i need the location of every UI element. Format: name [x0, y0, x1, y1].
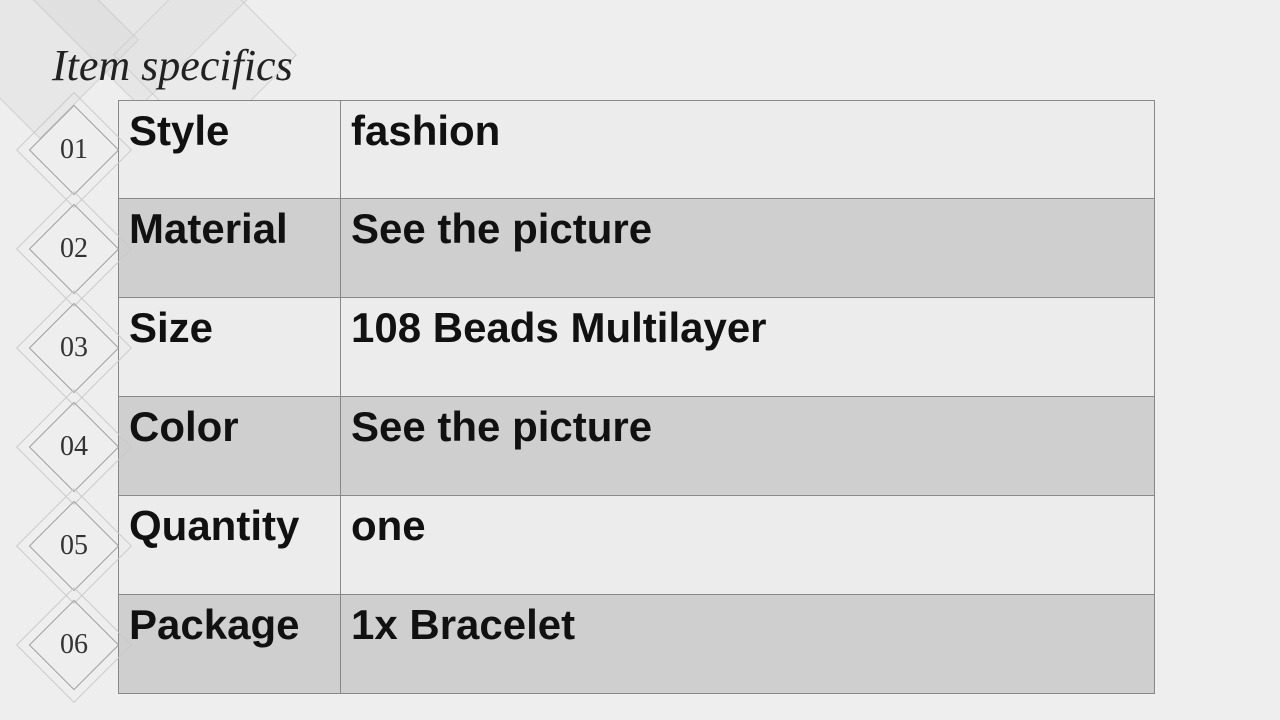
- table-row: 02 Material See the picture: [30, 199, 1155, 298]
- row-number-badge: 02: [30, 199, 118, 298]
- table-row: 03 Size 108 Beads Multilayer: [30, 298, 1155, 397]
- section-title: Item specifics: [52, 40, 293, 91]
- spec-label: Style: [118, 100, 340, 199]
- row-number-badge: 06: [30, 595, 118, 694]
- spec-label: Material: [118, 199, 340, 298]
- spec-label: Package: [118, 595, 340, 694]
- item-specifics-table: 01 Style fashion 02 Material See the pic…: [30, 100, 1155, 694]
- row-number-badge: 01: [30, 100, 118, 199]
- table-row: 01 Style fashion: [30, 100, 1155, 199]
- diamond-icon: 03: [29, 302, 120, 393]
- spec-label: Size: [118, 298, 340, 397]
- diamond-icon: 01: [29, 104, 120, 195]
- spec-value: fashion: [340, 100, 1155, 199]
- spec-value: 1x Bracelet: [340, 595, 1155, 694]
- spec-value: one: [340, 496, 1155, 595]
- diamond-icon: 06: [29, 599, 120, 690]
- spec-label: Color: [118, 397, 340, 496]
- row-number-badge: 04: [30, 397, 118, 496]
- spec-label: Quantity: [118, 496, 340, 595]
- diamond-icon: 04: [29, 401, 120, 492]
- table-row: 05 Quantity one: [30, 496, 1155, 595]
- row-number-badge: 03: [30, 298, 118, 397]
- spec-value: 108 Beads Multilayer: [340, 298, 1155, 397]
- row-number-badge: 05: [30, 496, 118, 595]
- table-row: 04 Color See the picture: [30, 397, 1155, 496]
- spec-value: See the picture: [340, 199, 1155, 298]
- diamond-icon: 02: [29, 203, 120, 294]
- diamond-icon: 05: [29, 500, 120, 591]
- spec-value: See the picture: [340, 397, 1155, 496]
- table-row: 06 Package 1x Bracelet: [30, 595, 1155, 694]
